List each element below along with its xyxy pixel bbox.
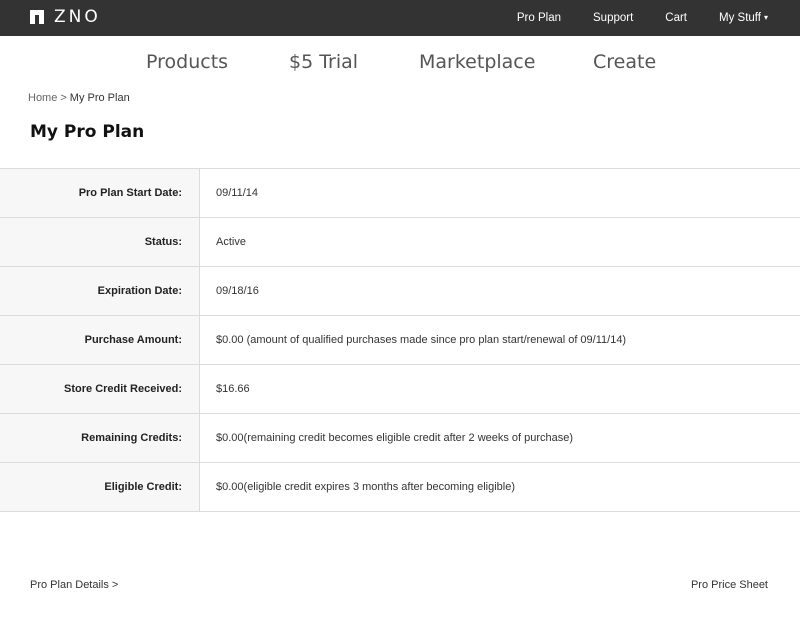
zno-logo[interactable]: ZNO [30, 8, 101, 26]
topnav-support[interactable]: Support [593, 12, 633, 24]
breadcrumb-home[interactable]: Home [28, 92, 57, 104]
breadcrumb-current: My Pro Plan [69, 92, 130, 104]
breadcrumb-separator: > [60, 92, 67, 104]
row-value: Active [216, 236, 246, 248]
mainnav-trial[interactable]: $5 Trial [289, 51, 358, 73]
row-label: Expiration Date: [0, 267, 200, 315]
chevron-down-icon: ▾ [763, 13, 768, 22]
row-value: 09/11/14 [216, 187, 259, 199]
zno-logo-icon [30, 10, 44, 24]
mainnav-products[interactable]: Products [146, 51, 228, 73]
row-label: Status: [0, 218, 200, 266]
row-label: Pro Plan Start Date: [0, 169, 200, 217]
row-value: $0.00(remaining credit becomes eligible … [216, 432, 574, 444]
topnav-cart[interactable]: Cart [665, 12, 687, 24]
row-label: Store Credit Received: [0, 365, 200, 413]
table-row: Status: Active [0, 218, 800, 267]
row-value: $0.00 (amount of qualified purchases mad… [216, 334, 627, 346]
breadcrumb: Home > My Pro Plan [28, 92, 130, 104]
top-bar: ZNO Pro Plan Support Cart My Stuff ▾ [0, 0, 800, 36]
table-row: Eligible Credit: $0.00(eligible credit e… [0, 463, 800, 512]
main-nav: Products $5 Trial Marketplace Create [0, 36, 800, 90]
table-row: Expiration Date: 09/18/16 [0, 267, 800, 316]
top-nav: Pro Plan Support Cart My Stuff ▾ [485, 0, 768, 36]
table-row: Remaining Credits: $0.00(remaining credi… [0, 414, 800, 463]
topnav-my-stuff[interactable]: My Stuff ▾ [719, 12, 768, 24]
row-label: Eligible Credit: [0, 463, 200, 511]
row-value: $16.66 [216, 383, 250, 395]
row-label: Remaining Credits: [0, 414, 200, 462]
table-row: Purchase Amount: $0.00 (amount of qualif… [0, 316, 800, 365]
page-title: My Pro Plan [30, 122, 145, 142]
row-label: Purchase Amount: [0, 316, 200, 364]
logo-text: ZNO [54, 7, 101, 27]
row-value: 09/18/16 [216, 285, 259, 297]
plan-details-table: Pro Plan Start Date: 09/11/14 Status: Ac… [0, 168, 800, 512]
pro-price-sheet-link[interactable]: Pro Price Sheet [691, 579, 768, 591]
mainnav-marketplace[interactable]: Marketplace [419, 51, 535, 73]
table-row: Pro Plan Start Date: 09/11/14 [0, 169, 800, 218]
topnav-my-stuff-label: My Stuff [719, 12, 761, 24]
topnav-pro-plan[interactable]: Pro Plan [517, 12, 561, 24]
mainnav-create[interactable]: Create [593, 51, 656, 73]
pro-plan-details-link[interactable]: Pro Plan Details > [30, 579, 118, 591]
row-value: $0.00(eligible credit expires 3 months a… [216, 481, 515, 493]
table-row: Store Credit Received: $16.66 [0, 365, 800, 414]
